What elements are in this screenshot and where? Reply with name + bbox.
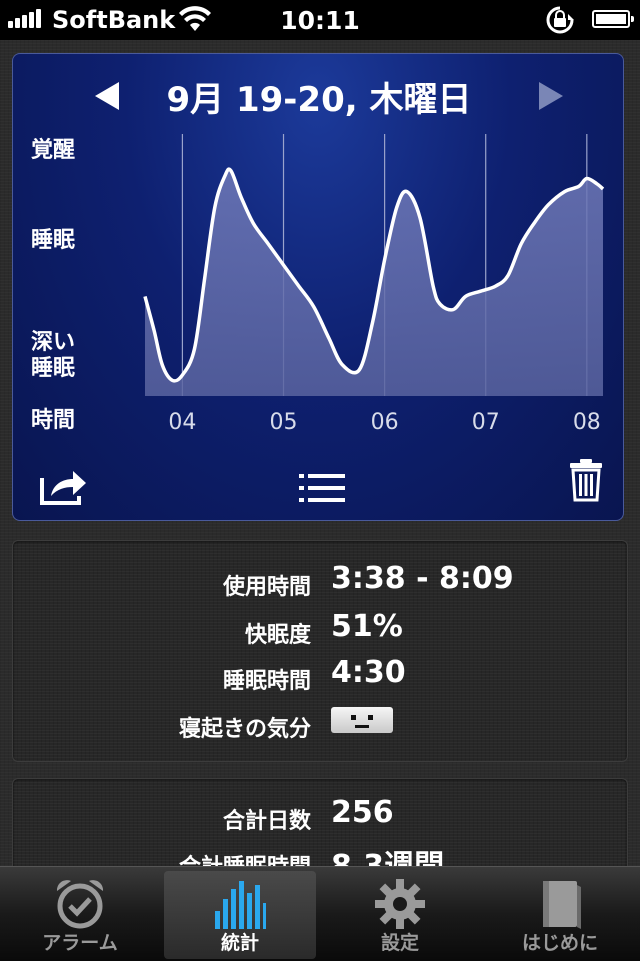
x-tick-04: 04 (168, 410, 197, 435)
tab-statistics-label: 統計 (220, 932, 259, 954)
sleep-quality-label: 快眠度 (244, 623, 311, 648)
sleep-quality-row: 快眠度 51% (13, 609, 627, 649)
x-tick-06: 06 (370, 410, 399, 435)
sleep-chart (143, 134, 605, 396)
sleep-duration-row: 睡眠時間 4:30 (13, 655, 627, 695)
book-icon (543, 881, 581, 929)
sleep-quality-value: 51% (331, 609, 403, 644)
usage-time-row: 使用時間 3:38 - 8:09 (13, 561, 627, 601)
trash-button[interactable] (569, 458, 603, 502)
list-button[interactable] (299, 472, 347, 504)
sleep-area (145, 169, 603, 396)
tab-bar: アラーム 統計 設定 はじめに (0, 866, 640, 961)
usage-time-label: 使用時間 (222, 575, 311, 600)
wakeup-mood-label: 寝起きの気分 (178, 717, 311, 742)
tab-settings[interactable]: 設定 (324, 871, 476, 959)
gear-icon (375, 879, 425, 929)
alarm-clock-icon (56, 880, 104, 929)
bar-chart-icon (215, 881, 266, 929)
tab-alarm[interactable]: アラーム (4, 871, 156, 959)
x-tick-07: 07 (471, 410, 500, 435)
session-stats-panel: 使用時間 3:38 - 8:09 快眠度 51% 睡眠時間 4:30 寝起きの気… (12, 540, 628, 762)
sleep-chart-panel: 9月 19-20, 木曜日 覚醒 睡眠 深い 睡眠 時間 04 05 06 07 08 (12, 53, 624, 521)
tab-settings-label: 設定 (380, 932, 419, 954)
total-days-value: 256 (331, 795, 394, 830)
battery-icon (592, 10, 634, 28)
total-days-row: 合計日数 256 (13, 795, 627, 835)
wakeup-mood-row: 寝起きの気分 (13, 703, 627, 743)
usage-time-value: 3:38 - 8:09 (331, 561, 514, 596)
tab-getting-started[interactable]: はじめに (484, 871, 636, 959)
sleep-duration-label: 睡眠時間 (222, 669, 311, 694)
tab-getting-started-label: はじめに (521, 932, 598, 954)
share-button[interactable] (39, 466, 89, 506)
status-bar: SoftBank 10:11 (0, 0, 640, 40)
rotation-lock-icon (546, 6, 574, 34)
tab-alarm-label: アラーム (42, 932, 118, 954)
total-days-label: 合計日数 (222, 809, 311, 834)
x-tick-05: 05 (269, 410, 298, 435)
tab-statistics[interactable]: 統計 (164, 871, 316, 959)
x-tick-08: 08 (572, 410, 601, 435)
neutral-face-icon[interactable] (331, 707, 393, 733)
sleep-duration-value: 4:30 (331, 655, 406, 690)
